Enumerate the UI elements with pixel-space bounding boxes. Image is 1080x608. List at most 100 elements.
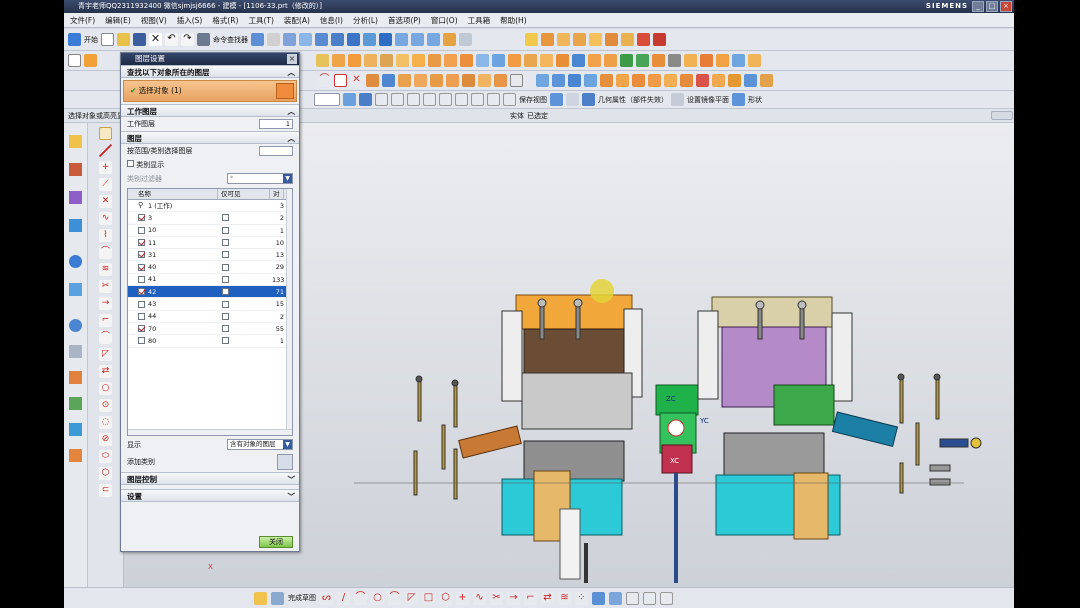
point-icon[interactable]: + xyxy=(99,161,112,174)
resize-face-icon[interactable] xyxy=(716,54,729,67)
menu-file[interactable]: 文件(F) xyxy=(70,13,95,27)
visible-only-checkbox[interactable] xyxy=(222,214,229,222)
open-folder-icon[interactable] xyxy=(117,33,130,46)
dialog-close-icon[interactable]: × xyxy=(287,54,297,64)
trim-bottom-icon[interactable]: ✂ xyxy=(490,591,503,605)
snap-grid-icon[interactable] xyxy=(471,93,484,106)
cylinder-icon[interactable] xyxy=(332,54,345,67)
circle-3pt-icon[interactable]: ◌ xyxy=(99,416,112,429)
trim-curve-icon[interactable] xyxy=(446,74,459,87)
layer-row[interactable]: 41 133 xyxy=(128,274,292,287)
pull-face-icon[interactable] xyxy=(700,54,713,67)
block-icon[interactable] xyxy=(316,54,329,67)
close-button[interactable]: 关闭 xyxy=(259,536,293,548)
visible-only-checkbox[interactable] xyxy=(222,239,229,247)
circle-bottom-icon[interactable]: ○ xyxy=(371,591,384,605)
pattern-face-icon[interactable] xyxy=(748,54,761,67)
trim-icon[interactable]: ✂ xyxy=(99,280,112,293)
shape-dropdown[interactable]: 形状 xyxy=(748,95,762,105)
snap-center-icon[interactable] xyxy=(407,93,420,106)
zoom-icon[interactable] xyxy=(315,33,328,46)
top-view-icon[interactable] xyxy=(411,33,424,46)
fillet-surface-icon[interactable] xyxy=(728,74,741,87)
sew-icon[interactable] xyxy=(636,54,649,67)
right-view-icon[interactable] xyxy=(427,33,440,46)
assembly-navigator-icon[interactable] xyxy=(69,135,82,148)
relations-icon[interactable] xyxy=(660,591,673,605)
visible-only-checkbox[interactable] xyxy=(222,275,229,283)
corner-icon[interactable]: ⌐ xyxy=(99,314,112,327)
view-icon[interactable] xyxy=(550,93,563,106)
layer-checkbox[interactable] xyxy=(138,337,145,345)
snap-end-icon[interactable] xyxy=(375,93,388,106)
menu-help[interactable]: 帮助(H) xyxy=(500,13,527,27)
menu-view[interactable]: 视图(V) xyxy=(141,13,167,27)
profile-bottom-icon[interactable]: ᔕ xyxy=(320,591,333,605)
new-file-icon[interactable] xyxy=(101,33,114,46)
layer-section[interactable]: 图层 ︿ xyxy=(121,131,299,144)
ruled-icon[interactable] xyxy=(568,74,581,87)
snap-intersection-icon[interactable] xyxy=(455,93,468,106)
select-object-row[interactable]: ✔ 选择对象 (1) xyxy=(123,80,297,102)
point-bottom-icon[interactable]: + xyxy=(456,591,469,605)
mirror-feature-icon[interactable] xyxy=(604,54,617,67)
circle-icon[interactable]: ○ xyxy=(99,382,112,395)
hole-icon[interactable] xyxy=(348,54,361,67)
rotate-icon[interactable] xyxy=(347,33,360,46)
category-range-input[interactable] xyxy=(259,146,293,156)
redo-icon[interactable]: ↷ xyxy=(181,33,194,46)
start-icon[interactable] xyxy=(68,33,81,46)
layer-checkbox[interactable] xyxy=(138,214,145,222)
edit-object-icon[interactable] xyxy=(267,33,280,46)
close-icon[interactable]: × xyxy=(1000,1,1012,12)
arc-icon[interactable]: ⌒ xyxy=(318,74,331,87)
chamfer-icon[interactable] xyxy=(524,54,537,67)
start-button[interactable]: 开始 xyxy=(84,35,98,45)
layer-icon[interactable] xyxy=(566,93,579,106)
divide-curve-icon[interactable] xyxy=(462,74,475,87)
spline-bottom-icon[interactable]: ∿ xyxy=(473,591,486,605)
text-curve-icon[interactable] xyxy=(494,74,507,87)
shape-icon[interactable] xyxy=(732,93,745,106)
sketch-icon[interactable] xyxy=(68,54,81,67)
add-component-icon[interactable] xyxy=(557,33,570,46)
auto-constrain-icon[interactable] xyxy=(643,591,656,605)
chamfer-sketch-icon[interactable]: ◸ xyxy=(99,348,112,361)
thicken-icon[interactable] xyxy=(680,74,693,87)
fillet-bottom-icon[interactable]: ⌒ xyxy=(388,591,401,605)
column-object-count[interactable]: 对象数 xyxy=(270,189,284,199)
clock-icon[interactable] xyxy=(69,319,82,332)
menu-analysis[interactable]: 分析(L) xyxy=(353,13,378,27)
stop-icon[interactable] xyxy=(653,33,666,46)
move-object-icon[interactable] xyxy=(760,74,773,87)
layer-checkbox[interactable] xyxy=(138,263,145,271)
menu-toolbox[interactable]: 工具箱 xyxy=(468,13,491,27)
cross-icon[interactable]: ✕ xyxy=(350,74,363,87)
patch-icon[interactable] xyxy=(664,74,677,87)
layer-row[interactable]: 40 29 xyxy=(128,261,292,274)
chamfer-bottom-icon[interactable]: ◸ xyxy=(405,591,418,605)
cube-view-icon[interactable] xyxy=(379,33,392,46)
vertical-scrollbar[interactable] xyxy=(286,189,292,435)
polygon-bottom-icon[interactable]: ⬡ xyxy=(439,591,452,605)
layer-row[interactable]: ⚲ 1 (工作) 3 xyxy=(128,200,292,213)
layer-row[interactable]: 10 1 xyxy=(128,225,292,237)
select-filter-icon[interactable] xyxy=(283,33,296,46)
sketch-task-icon[interactable] xyxy=(254,591,267,605)
set-mirror-plane-button[interactable]: 设置镜像平面 xyxy=(687,95,729,105)
part-navigator-icon[interactable] xyxy=(69,191,82,204)
layer-row[interactable]: 43 15 xyxy=(128,298,292,311)
layer-checkbox[interactable] xyxy=(138,288,145,296)
edge-blend-icon[interactable] xyxy=(508,54,521,67)
n-sided-icon[interactable] xyxy=(600,74,613,87)
mirror-plane-icon[interactable] xyxy=(671,93,684,106)
array-icon[interactable] xyxy=(621,33,634,46)
finish-sketch-icon[interactable] xyxy=(271,591,284,605)
layer-checkbox[interactable] xyxy=(138,239,145,247)
rectangle-icon[interactable] xyxy=(334,74,347,87)
visible-only-checkbox[interactable] xyxy=(222,288,229,296)
menu-info[interactable]: 信息(I) xyxy=(320,13,343,27)
geometry-property-icon[interactable] xyxy=(582,93,595,106)
visible-only-checkbox[interactable] xyxy=(222,226,229,234)
synchronous-icon[interactable] xyxy=(732,54,745,67)
